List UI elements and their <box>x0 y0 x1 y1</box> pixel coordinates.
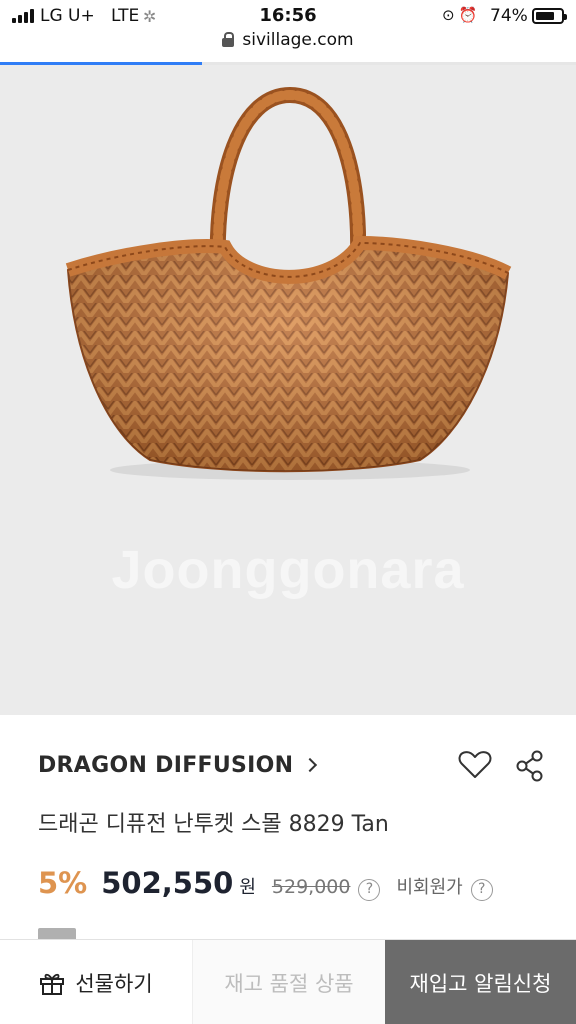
product-image[interactable]: Joonggonara <box>0 65 576 715</box>
address-bar[interactable]: sivillage.com <box>0 30 576 60</box>
brand-name: DRAGON DIFFUSION <box>38 752 294 778</box>
member-price-help-icon[interactable]: ? <box>470 879 493 901</box>
status-bar: LG U+ LTE ✲ 16:56 ⊙⏰ 74% <box>0 0 576 32</box>
rotation-lock-alarm-icons: ⊙⏰ <box>442 6 482 24</box>
heart-icon[interactable] <box>458 750 492 780</box>
chevron-right-icon <box>303 757 318 773</box>
brand-link[interactable]: DRAGON DIFFUSION <box>38 750 318 780</box>
product-title: 드래곤 디퓨전 난투켓 스몰 8829 Tan <box>38 812 389 837</box>
price-row: 5% 502,550 원 529,000 ? 비회원가 ? <box>38 866 493 906</box>
lock-icon <box>222 32 235 47</box>
image-watermark: Joonggonara <box>111 540 465 600</box>
gift-icon <box>40 973 65 995</box>
bottom-action-bar: 선물하기 재고 품절 상품 재입고 알림신청 <box>0 939 576 1024</box>
price-help-icon[interactable]: ? <box>358 879 381 901</box>
soldout-button: 재고 품절 상품 <box>193 940 385 1024</box>
sale-price: 502,550 <box>101 866 234 900</box>
restock-alert-button[interactable]: 재입고 알림신청 <box>385 940 576 1024</box>
woven-basket-bag-image <box>65 86 512 480</box>
original-price: 529,000 <box>271 876 351 898</box>
battery-percent: 74% <box>490 6 528 26</box>
url-text: sivillage.com <box>242 30 354 50</box>
gift-button-label: 선물하기 <box>75 971 153 996</box>
discount-rate: 5% <box>38 866 88 900</box>
gift-button[interactable]: 선물하기 <box>0 940 193 1024</box>
battery-icon <box>532 8 567 24</box>
member-price-label: 비회원가 <box>396 877 463 898</box>
currency-unit: 원 <box>239 877 256 898</box>
share-icon[interactable] <box>515 750 545 782</box>
